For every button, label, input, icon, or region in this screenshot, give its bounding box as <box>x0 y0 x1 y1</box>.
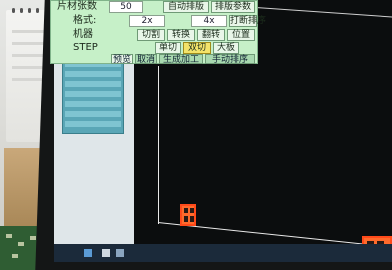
taskbar-app-icon[interactable] <box>116 249 124 257</box>
calendar-grid-row <box>12 42 44 45</box>
calendar-ring <box>12 8 15 13</box>
sheet-count-label: 片材张数 <box>57 1 97 12</box>
list-item[interactable] <box>65 71 121 77</box>
layout-control-panel: 片材张数 50 自动排版 排版参数 格式: 2x 4x 打断排序 机器 切割 转… <box>50 0 266 65</box>
tab-manual-sort[interactable]: 手动排序 <box>205 54 255 65</box>
part-cell <box>184 208 188 213</box>
tab-preview[interactable]: 预览 <box>111 54 133 65</box>
single-cut-button[interactable]: 单切 <box>155 42 181 54</box>
part-cell <box>184 216 188 222</box>
break-sort-button[interactable]: 打断排序 <box>229 15 266 27</box>
layout-params-button[interactable]: 排版参数 <box>211 1 255 13</box>
taskbar <box>54 244 392 262</box>
double-cut-button[interactable]: 双切 <box>183 42 211 54</box>
sheet-count-field[interactable]: 50 <box>109 1 143 13</box>
calendar-ring <box>20 8 23 13</box>
list-item[interactable] <box>65 101 121 107</box>
flip-button[interactable]: 翻转 <box>197 29 225 41</box>
part-cell <box>190 208 194 213</box>
format-field-2[interactable]: 4x <box>191 15 227 27</box>
tab-generate-machining[interactable]: 生成加工 <box>159 54 203 65</box>
taskbar-app-icon[interactable] <box>102 249 110 257</box>
part-cell <box>190 216 194 222</box>
canvas-axis-y <box>158 66 159 224</box>
board-chip <box>18 242 24 246</box>
list-item[interactable] <box>65 111 121 117</box>
calendar-grid-row <box>12 78 44 81</box>
calendar-grid-row <box>12 54 44 57</box>
board-chip <box>12 254 18 258</box>
auto-layout-button[interactable]: 自动排版 <box>163 1 209 13</box>
step-label: STEP <box>73 42 98 53</box>
windows-start-icon[interactable] <box>84 249 92 257</box>
list-item[interactable] <box>65 121 121 127</box>
tab-cancel[interactable]: 取消 <box>135 54 157 65</box>
board-chip <box>30 236 36 240</box>
board-chip <box>6 234 12 238</box>
large-board-button[interactable]: 大板 <box>213 42 239 54</box>
calendar-grid-row <box>12 66 44 69</box>
format-label: 格式: <box>73 15 97 26</box>
cut-part[interactable] <box>180 204 196 226</box>
list-item[interactable] <box>65 91 121 97</box>
list-item[interactable] <box>65 81 121 87</box>
machine-label: 机器 <box>73 29 93 40</box>
cut-button[interactable]: 切割 <box>137 29 165 41</box>
format-field[interactable]: 2x <box>129 15 165 27</box>
calendar-grid-row <box>12 30 44 33</box>
position-button[interactable]: 位置 <box>227 29 255 41</box>
calendar-ring <box>36 8 39 13</box>
convert-button[interactable]: 转换 <box>167 29 195 41</box>
calendar-ring <box>28 8 31 13</box>
